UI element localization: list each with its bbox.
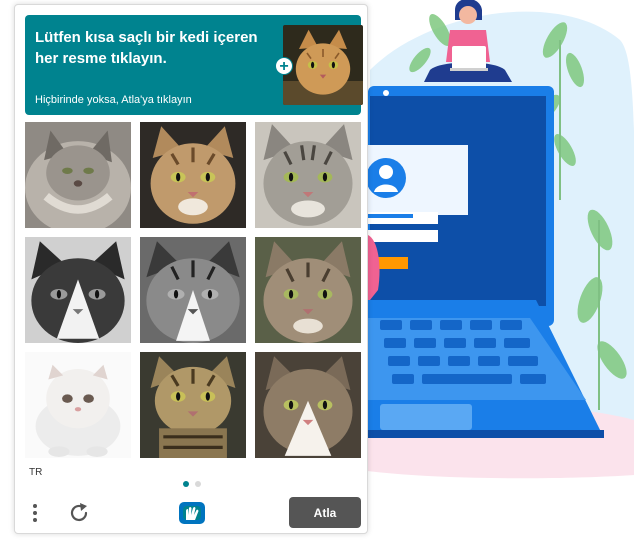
prompt-title: Lütfen kısa saçlı bir kedi içeren her re… <box>35 29 258 67</box>
skip-button[interactable]: Atla <box>289 497 361 528</box>
cat-image <box>25 122 131 228</box>
image-tile-7[interactable] <box>25 352 131 458</box>
refresh-icon[interactable] <box>67 501 91 525</box>
image-tile-6[interactable] <box>255 237 361 343</box>
page-dot-inactive <box>195 481 202 487</box>
cat-image <box>255 352 361 458</box>
plus-icon[interactable]: + <box>275 57 293 75</box>
example-cat-image <box>283 25 363 105</box>
hcaptcha-logo-icon <box>177 500 207 526</box>
image-tile-8[interactable] <box>140 352 246 458</box>
language-label[interactable]: TR <box>29 467 42 478</box>
page-dot-active <box>183 481 189 487</box>
cat-image <box>140 352 246 458</box>
prompt-subtitle: Hiçbirinde yoksa, Atla'ya tıklayın <box>35 94 192 106</box>
page-indicator <box>183 474 203 492</box>
cat-image <box>255 237 361 343</box>
image-tile-9[interactable] <box>255 352 361 458</box>
cat-image <box>140 122 246 228</box>
image-tile-2[interactable] <box>140 122 246 228</box>
cat-image <box>140 237 246 343</box>
image-tile-4[interactable] <box>25 237 131 343</box>
cat-image <box>255 122 361 228</box>
kebab-menu-icon[interactable] <box>29 501 41 525</box>
image-tile-1[interactable] <box>25 122 131 228</box>
image-grid <box>25 122 361 458</box>
prompt-banner: Lütfen kısa saçlı bir kedi içeren her re… <box>25 15 363 115</box>
image-tile-3[interactable] <box>255 122 361 228</box>
captcha-widget: Lütfen kısa saçlı bir kedi içeren her re… <box>14 4 368 534</box>
example-image[interactable] <box>283 25 363 105</box>
cat-image <box>25 352 131 458</box>
image-tile-5[interactable] <box>140 237 246 343</box>
cat-image <box>25 237 131 343</box>
